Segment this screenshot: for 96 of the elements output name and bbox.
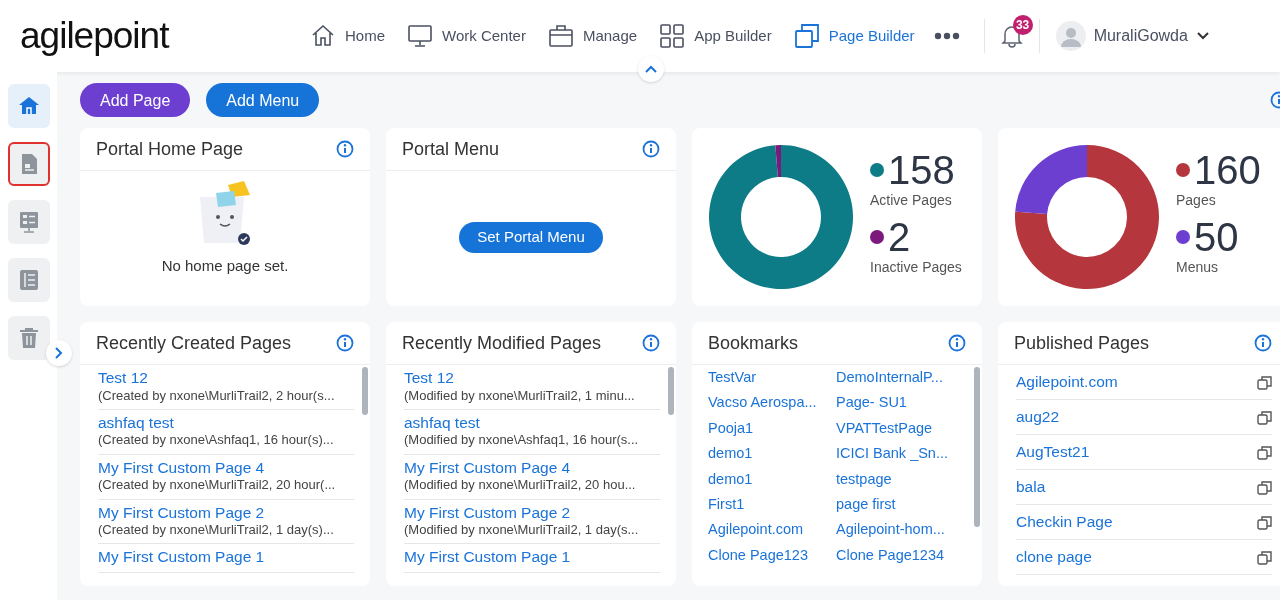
copy-icon[interactable] (1257, 374, 1272, 390)
bookmark-link[interactable]: demo1 (708, 445, 753, 463)
info-icon[interactable] (948, 334, 966, 352)
page-link[interactable]: Test 12 (404, 369, 660, 388)
page-details: (Created by nxone\MurliTrail2, 20 hour(... (98, 477, 337, 494)
legend-label: Inactive Pages (870, 258, 962, 277)
page-link[interactable]: My First Custom Page 4 (404, 458, 660, 478)
bookmark-link[interactable]: ICICI Bank _Sn... (836, 445, 949, 463)
legend-value: 160 (1194, 150, 1261, 190)
page-link[interactable]: My First Custom Page 1 (98, 548, 354, 567)
page-details: (Created by nxone\MurliTrail2, 2 hour(s... (98, 387, 336, 404)
panel-title: Recently Modified Pages (402, 331, 602, 355)
bookmark-link[interactable]: Page- SU1 (836, 394, 907, 412)
legend-label: Pages (1176, 191, 1217, 210)
page-details: (Modified by nxone\Ashfaq1, 16 hour(s... (404, 432, 640, 449)
published-page-link[interactable]: Checkin Page (1016, 512, 1113, 532)
user-name[interactable]: MuraliGowda (1093, 24, 1188, 48)
home-icon (310, 23, 336, 49)
page-details: (Modified by nxone\MurliTrail2, 1 day(s... (404, 522, 640, 539)
published-page-link[interactable]: aug22 (1016, 407, 1060, 427)
panel-title: Portal Menu (402, 137, 500, 161)
bookmark-link[interactable]: demo1 (708, 470, 753, 488)
published-page-link[interactable]: AugTest21 (1016, 442, 1090, 462)
bookmark-link[interactable]: Clone Page123 (708, 546, 808, 565)
page-link[interactable]: My First Custom Page 4 (98, 458, 354, 478)
legend-label: Menus (1176, 258, 1220, 277)
copy-icon[interactable] (1257, 444, 1272, 460)
panel-title: Published Pages (1014, 331, 1150, 355)
published-page-link[interactable]: clone page (1016, 547, 1092, 567)
set-portal-menu-button[interactable]: Set Portal Menu (459, 222, 603, 253)
sidebar-item[interactable] (7, 142, 50, 186)
bookmark-link[interactable]: Vacso Aerospa... (708, 394, 817, 412)
nav-item[interactable]: Manage (536, 23, 649, 49)
panel-title: Portal Home Page (96, 137, 244, 161)
add-menu-button[interactable]: Add Menu (206, 83, 320, 117)
bookmark-link[interactable]: Pooja1 (708, 419, 754, 438)
published-page-link[interactable]: Agilepoint.com (1016, 372, 1118, 392)
nav-item[interactable]: Work Center (396, 23, 537, 49)
scrollbar (668, 367, 674, 415)
more-icon[interactable] (933, 32, 960, 40)
bookmark-link[interactable]: testpage (836, 470, 892, 488)
copy-icon[interactable] (1257, 514, 1272, 530)
copy-icon[interactable] (1257, 409, 1272, 425)
page-link[interactable]: ashfaq test (98, 413, 354, 433)
copy-icon[interactable] (1257, 479, 1272, 495)
bookmark-link[interactable]: page first (836, 495, 896, 514)
page-link[interactable]: My First Custom Page 2 (404, 503, 660, 523)
page-link[interactable]: ashfaq test (404, 413, 660, 433)
notification-count: 33 (1012, 15, 1033, 35)
grid-icon (659, 23, 686, 49)
sidebar-item[interactable] (7, 258, 50, 302)
copy-icon[interactable] (1257, 549, 1272, 565)
collapse-header-button[interactable] (638, 56, 664, 82)
chevron-down-icon[interactable] (1195, 31, 1210, 41)
page-details: (Created by nxone\MurliTrail2, 1 day(s)... (98, 522, 335, 539)
monitor-icon (407, 23, 433, 49)
page-link[interactable]: My First Custom Page 1 (404, 548, 660, 567)
panel-title: Bookmarks (708, 331, 799, 355)
nav-item[interactable]: App Builder (648, 23, 783, 49)
sidebar-item[interactable] (7, 316, 50, 360)
info-icon[interactable] (336, 140, 354, 158)
briefcase-icon (547, 23, 574, 49)
bookmark-link[interactable]: DemoInternalP... (836, 369, 943, 387)
legend-value: 2 (888, 217, 911, 257)
page-link[interactable]: My First Custom Page 2 (98, 503, 354, 523)
nav-item[interactable]: Home (299, 23, 396, 49)
page-details: (Modified by nxone\MurliTrail2, 1 minu... (404, 387, 636, 404)
page-link[interactable]: Test 12 (98, 369, 354, 388)
legend-value: 50 (1194, 217, 1239, 257)
bookmark-link[interactable]: Agilepoint.com (708, 521, 804, 539)
nav-item[interactable]: Page Builder (782, 23, 926, 49)
info-icon[interactable] (642, 334, 660, 352)
bookmark-link[interactable]: VPATTestPage (836, 419, 933, 438)
info-icon[interactable] (1254, 334, 1272, 352)
sidebar-item[interactable] (7, 84, 50, 128)
agilepoint-logo: agilepoint (20, 14, 171, 59)
add-page-button[interactable]: Add Page (80, 83, 191, 117)
info-icon[interactable] (336, 334, 354, 352)
legend-label: Active Pages (870, 191, 953, 210)
published-page-link[interactable]: bala (1016, 477, 1046, 497)
chevron-right-icon (55, 347, 63, 359)
info-icon[interactable] (642, 140, 660, 158)
bookmark-link[interactable]: First1 (708, 495, 745, 514)
page-details: (Created by nxone\Ashfaq1, 16 hour(s)... (98, 432, 335, 449)
bookmark-link[interactable]: TestVar (708, 369, 757, 387)
page-details: (Modified by nxone\MurliTrail2, 20 hou... (404, 477, 637, 494)
bookmark-link[interactable]: Agilepoint-hom... (836, 521, 945, 539)
chevron-up-icon (645, 65, 657, 73)
empty-message: No home page set. (161, 256, 289, 276)
legend-value: 158 (888, 150, 955, 190)
bookmark-link[interactable]: Clone Page1234 (836, 546, 945, 565)
copy-icon (793, 23, 820, 49)
panel-title: Recently Created Pages (96, 331, 292, 355)
scrollbar (362, 367, 368, 415)
expand-sidebar-button[interactable] (46, 340, 72, 366)
sidebar-item[interactable] (7, 200, 50, 244)
